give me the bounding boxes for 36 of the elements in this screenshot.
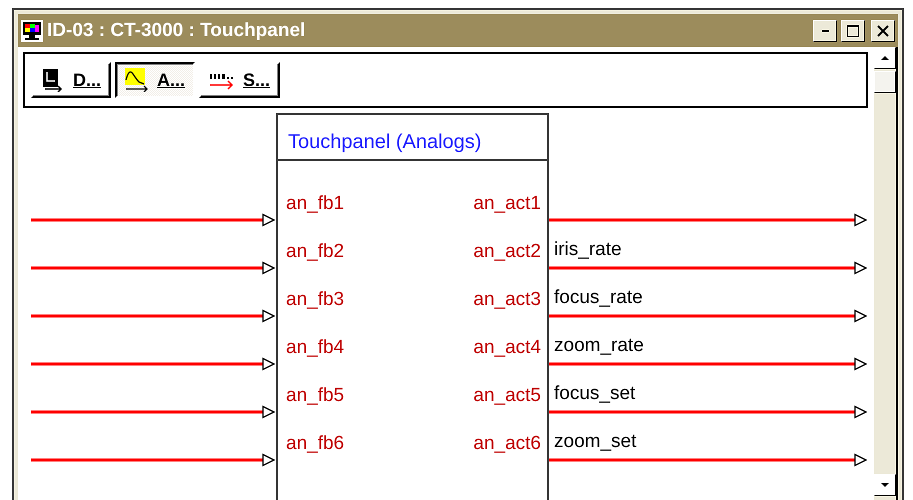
close-button[interactable] [871, 20, 895, 42]
input-port-label: an_fb1 [286, 193, 344, 216]
window-title: ID-03 : CT-3000 : Touchpanel [47, 20, 306, 42]
tool-tab[interactable]: D... [31, 62, 112, 98]
output-port-label: an_act2 [473, 241, 541, 264]
maximize-button[interactable] [841, 20, 865, 42]
input-port-label: an_fb4 [286, 337, 344, 360]
monitor-icon [21, 20, 43, 42]
scroll-thumb[interactable] [874, 71, 896, 93]
step-signal-icon [41, 68, 65, 92]
input-port-label: an_fb3 [286, 289, 344, 312]
input-port-label: an_fb5 [286, 385, 344, 408]
minimize-button[interactable] [813, 20, 837, 42]
block-title: Touchpanel (Analogs) [288, 131, 482, 154]
output-port-label: an_act6 [473, 433, 541, 456]
signal-name: iris_rate [553, 239, 623, 261]
wave-signal-icon [125, 68, 150, 92]
signal-name: focus_set [553, 383, 636, 405]
down-arrow-icon [881, 483, 889, 487]
close-icon [877, 24, 889, 36]
tool-tab[interactable]: A... [115, 62, 196, 98]
scroll-down-button[interactable] [874, 474, 896, 496]
signal-name: focus_rate [553, 287, 644, 309]
minimize-icon [822, 30, 828, 32]
maximize-icon [847, 24, 859, 36]
input-port-label: an_fb2 [286, 241, 344, 264]
signal-name: zoom_rate [553, 335, 645, 357]
output-port-label: an_act4 [473, 337, 541, 360]
signal-name: zoom_set [553, 431, 638, 453]
input-port-label: an_fb6 [286, 433, 344, 456]
output-port-label: an_act3 [473, 289, 541, 312]
scroll-up-button[interactable] [874, 47, 896, 69]
up-arrow-icon [881, 56, 889, 60]
tool-tab[interactable]: S... [199, 62, 280, 98]
output-port-label: an_act5 [473, 385, 541, 408]
output-port-label: an_act1 [473, 193, 541, 216]
